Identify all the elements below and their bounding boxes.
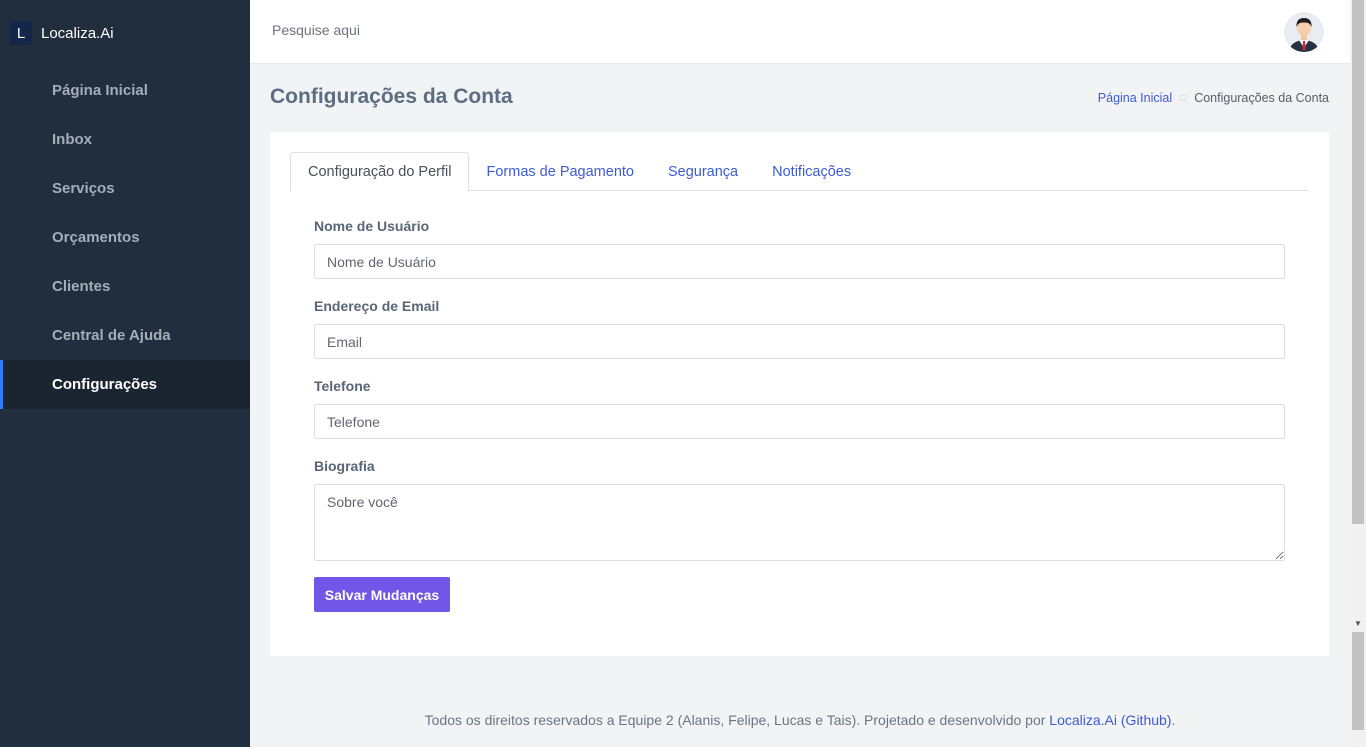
search-input[interactable] <box>272 22 572 38</box>
brand[interactable]: L Localiza.Ai <box>0 0 250 66</box>
phone-label: Telefone <box>314 378 371 394</box>
topbar <box>250 0 1350 64</box>
username-field[interactable] <box>314 244 1285 279</box>
bio-textarea[interactable] <box>314 484 1285 561</box>
tab-seguranca[interactable]: Segurança <box>651 152 755 191</box>
breadcrumb: Página Inicial □ Configurações da Conta <box>1098 91 1329 105</box>
sidebar-item-pagina-inicial[interactable]: Página Inicial <box>0 66 250 115</box>
sidebar-item-inbox[interactable]: Inbox <box>0 115 250 164</box>
footer-text: Todos os direitos reservados a Equipe 2 … <box>424 712 1050 728</box>
sidebar-item-orcamentos[interactable]: Orçamentos <box>0 213 250 262</box>
sidebar-nav: Página Inicial Inbox Serviços Orçamentos… <box>0 66 250 409</box>
brand-logo-icon: L <box>10 21 32 45</box>
footer-github-link[interactable]: Localiza.Ai (Github) <box>1049 712 1171 728</box>
tab-configuracao-do-perfil[interactable]: Configuração do Perfil <box>290 152 470 192</box>
settings-tabs: Configuração do Perfil Formas de Pagamen… <box>290 152 1308 192</box>
tab-notificacoes[interactable]: Notificações <box>755 152 868 191</box>
scrollbar-track-lower[interactable] <box>1352 632 1364 730</box>
phone-field[interactable] <box>314 404 1285 439</box>
brand-name: Localiza.Ai <box>41 24 114 42</box>
footer: Todos os direitos reservados a Equipe 2 … <box>250 712 1350 728</box>
sidebar: L Localiza.Ai Página Inicial Inbox Servi… <box>0 0 250 747</box>
footer-end: . <box>1171 712 1176 728</box>
breadcrumb-current: Configurações da Conta <box>1194 91 1329 105</box>
tab-formas-de-pagamento[interactable]: Formas de Pagamento <box>469 152 651 191</box>
page-scrollbar[interactable]: ▼ <box>1350 0 1366 747</box>
breadcrumb-separator-icon: □ <box>1180 92 1187 104</box>
user-avatar-icon[interactable] <box>1284 12 1324 52</box>
scrollbar-thumb[interactable] <box>1352 0 1364 524</box>
sidebar-item-servicos[interactable]: Serviços <box>0 164 250 213</box>
breadcrumb-home-link[interactable]: Página Inicial <box>1098 91 1172 105</box>
email-label: Endereço de Email <box>314 298 440 314</box>
username-label: Nome de Usuário <box>314 218 430 234</box>
email-field[interactable] <box>314 324 1285 359</box>
sidebar-item-configuracoes[interactable]: Configurações <box>0 360 250 409</box>
page-title: Configurações da Conta <box>270 85 513 108</box>
sidebar-item-clientes[interactable]: Clientes <box>0 262 250 311</box>
sidebar-item-central-de-ajuda[interactable]: Central de Ajuda <box>0 311 250 360</box>
account-settings-card: Configuração do Perfil Formas de Pagamen… <box>270 132 1329 656</box>
scroll-down-arrow-icon[interactable]: ▼ <box>1350 616 1366 630</box>
save-changes-button[interactable]: Salvar Mudanças <box>314 577 450 612</box>
bio-label: Biografia <box>314 458 375 474</box>
